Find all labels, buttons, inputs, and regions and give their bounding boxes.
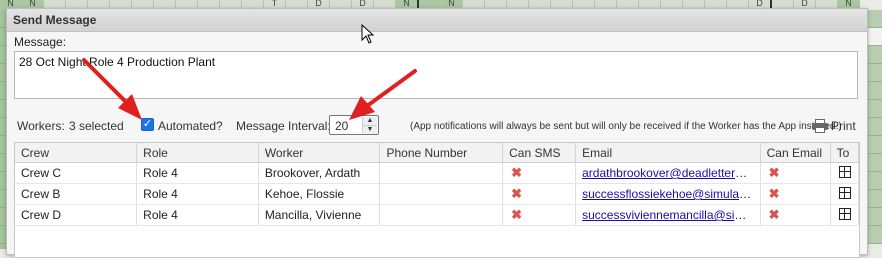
cell-email: successviviennemancilla@simulat... <box>575 204 761 226</box>
message-interval-label: Message Interval: <box>236 119 331 133</box>
column-header-can-sms[interactable]: Can SMS <box>502 143 577 163</box>
column-header-can-email[interactable]: Can Email <box>760 143 831 163</box>
cell-to <box>830 204 859 226</box>
cell-role: Role 4 <box>136 162 259 184</box>
cell-can-sms: ✖ <box>502 183 577 205</box>
send-message-dialog: Send Message Message: 28 Oct Night Role … <box>6 8 868 258</box>
print-button[interactable]: Print <box>812 119 856 133</box>
cell-email: successflossiekehoe@simulator.a... <box>575 183 761 205</box>
cell-can-email: ✖ <box>760 204 831 226</box>
column-header-to[interactable]: To <box>830 143 859 163</box>
cell-worker: Kehoe, Flossie <box>258 183 381 205</box>
no-icon: ✖ <box>511 165 523 180</box>
email-link[interactable]: successflossiekehoe@simulator.a... <box>582 187 759 201</box>
printer-icon <box>812 119 828 133</box>
column-header-crew[interactable]: Crew <box>15 143 138 163</box>
app-notification-note: (App notifications will always be sent b… <box>410 120 842 132</box>
cell-can-sms: ✖ <box>502 204 577 226</box>
column-header-phone[interactable]: Phone Number <box>379 143 504 163</box>
cell-crew: Crew C <box>15 162 138 184</box>
cell-worker: Mancilla, Vivienne <box>258 204 381 226</box>
cell-can-email: ✖ <box>760 183 831 205</box>
recipient-grid-icon[interactable] <box>838 207 851 220</box>
no-icon: ✖ <box>768 165 780 180</box>
recipient-grid-icon[interactable] <box>838 165 851 178</box>
cell-worker: Brookover, Ardath <box>258 162 381 184</box>
cell-role: Role 4 <box>136 183 259 205</box>
email-link[interactable]: successviviennemancilla@simulat... <box>582 208 759 222</box>
table-row[interactable]: Crew B Role 4 Kehoe, Flossie ✖ successfl… <box>15 183 859 205</box>
cell-role: Role 4 <box>136 204 259 226</box>
cell-phone <box>379 183 504 205</box>
cell-to <box>830 162 859 184</box>
no-icon: ✖ <box>511 186 523 201</box>
mouse-cursor-icon <box>361 24 375 44</box>
cell-can-email: ✖ <box>760 162 831 184</box>
cell-email: ardathbrookover@deadletterbin.rk <box>575 162 761 184</box>
table-row[interactable]: Crew D Role 4 Mancilla, Vivienne ✖ succe… <box>15 204 859 226</box>
workers-table: Crew Role Worker Phone Number Can SMS Em… <box>14 142 860 258</box>
cell-phone <box>379 204 504 226</box>
annotation-arrow-interval <box>349 69 417 120</box>
annotation-arrow-automated <box>82 58 142 120</box>
no-icon: ✖ <box>768 207 780 222</box>
spinner-down-icon[interactable]: ▼ <box>363 126 377 134</box>
cell-crew: Crew D <box>15 204 138 226</box>
cell-can-sms: ✖ <box>502 162 577 184</box>
recipient-grid-icon[interactable] <box>838 186 851 199</box>
table-row[interactable]: Crew C Role 4 Brookover, Ardath ✖ ardath… <box>15 162 859 184</box>
automated-label[interactable]: Automated? <box>158 119 223 133</box>
cell-crew: Crew B <box>15 183 138 205</box>
workers-label: Workers: <box>17 119 65 133</box>
no-icon: ✖ <box>768 186 780 201</box>
message-label: Message: <box>14 35 67 49</box>
cell-phone <box>379 162 504 184</box>
column-header-email[interactable]: Email <box>575 143 761 163</box>
email-link[interactable]: ardathbrookover@deadletterbin.rk <box>582 166 759 180</box>
column-header-role[interactable]: Role <box>136 143 259 163</box>
dialog-title: Send Message <box>13 13 97 27</box>
no-icon: ✖ <box>511 207 523 222</box>
table-header-row: Crew Role Worker Phone Number Can SMS Em… <box>15 143 859 163</box>
cell-to <box>830 183 859 205</box>
column-header-worker[interactable]: Worker <box>258 143 381 163</box>
dialog-titlebar[interactable]: Send Message <box>7 9 867 32</box>
print-label: Print <box>831 119 856 133</box>
